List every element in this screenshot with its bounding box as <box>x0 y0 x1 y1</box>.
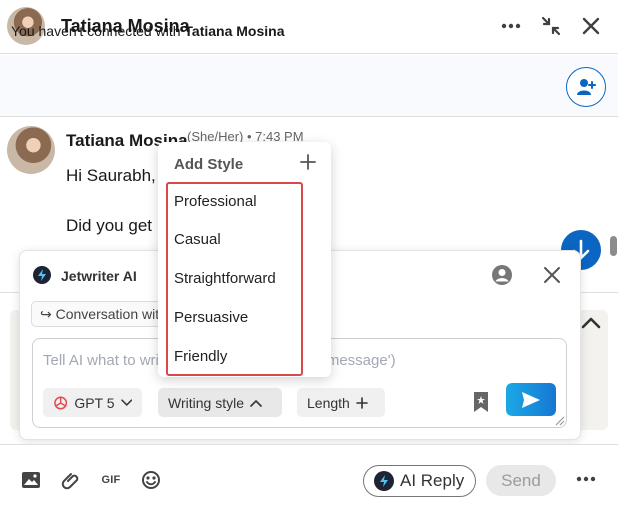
jetwriter-logo-icon <box>374 471 394 491</box>
add-person-icon <box>577 79 596 95</box>
attachment-icon[interactable] <box>60 469 82 491</box>
more-options-icon[interactable] <box>575 468 597 490</box>
ai-reply-button[interactable]: AI Reply <box>363 465 476 497</box>
add-style-heading: Add Style <box>174 156 244 173</box>
more-icon[interactable] <box>497 12 525 40</box>
model-select-button[interactable]: GPT 5 <box>43 388 142 417</box>
style-option-professional[interactable]: Professional <box>174 193 257 210</box>
ai-reply-label: AI Reply <box>400 471 465 490</box>
conversation-context-chip[interactable]: ↪ Conversation with <box>31 301 171 327</box>
minimize-icon[interactable] <box>537 12 565 40</box>
banner-message: You haven't connected with <box>11 23 181 39</box>
openai-icon <box>54 396 68 409</box>
length-button[interactable]: Length <box>297 388 385 417</box>
length-label: Length <box>307 394 350 411</box>
writing-style-button[interactable]: Writing style <box>158 388 282 417</box>
send-icon <box>522 391 540 408</box>
send-button[interactable]: Send <box>486 465 556 496</box>
plus-icon[interactable] <box>299 153 317 171</box>
message-line: Hi Saurabh, <box>66 166 156 185</box>
message-avatar[interactable] <box>7 126 55 174</box>
gif-label: GIF <box>101 474 121 486</box>
image-icon[interactable] <box>20 469 42 491</box>
close-icon[interactable] <box>577 12 605 40</box>
writing-style-label: Writing style <box>168 394 244 411</box>
chevron-up-icon <box>250 399 262 407</box>
model-label: GPT 5 <box>74 394 115 411</box>
style-option-casual[interactable]: Casual <box>174 231 221 248</box>
bookmark-icon[interactable] <box>472 391 490 413</box>
scrollbar-thumb[interactable] <box>610 236 617 256</box>
jetwriter-logo-icon <box>33 266 51 284</box>
connection-banner <box>0 55 618 117</box>
style-option-friendly[interactable]: Friendly <box>174 348 227 365</box>
message-line: Did you get <box>66 216 152 235</box>
jetwriter-close-icon[interactable] <box>541 264 563 286</box>
chevron-up-icon[interactable] <box>580 316 602 332</box>
plus-icon <box>356 396 368 409</box>
user-account-icon[interactable] <box>491 264 513 286</box>
style-option-straightforward[interactable]: Straightforward <box>174 270 276 287</box>
emoji-icon[interactable] <box>140 469 162 491</box>
connect-button[interactable] <box>566 67 606 107</box>
style-option-persuasive[interactable]: Persuasive <box>174 309 248 326</box>
banner-contact-name: Tatiana Mosina <box>184 23 285 39</box>
generate-button[interactable] <box>506 383 556 416</box>
chevron-down-icon <box>120 398 132 406</box>
resize-grip-icon[interactable] <box>553 413 565 426</box>
jetwriter-title: Jetwriter AI <box>61 268 137 284</box>
connection-banner-text: You haven't connected with Tatiana Mosin… <box>11 23 285 39</box>
gif-icon[interactable]: GIF <box>100 469 122 491</box>
